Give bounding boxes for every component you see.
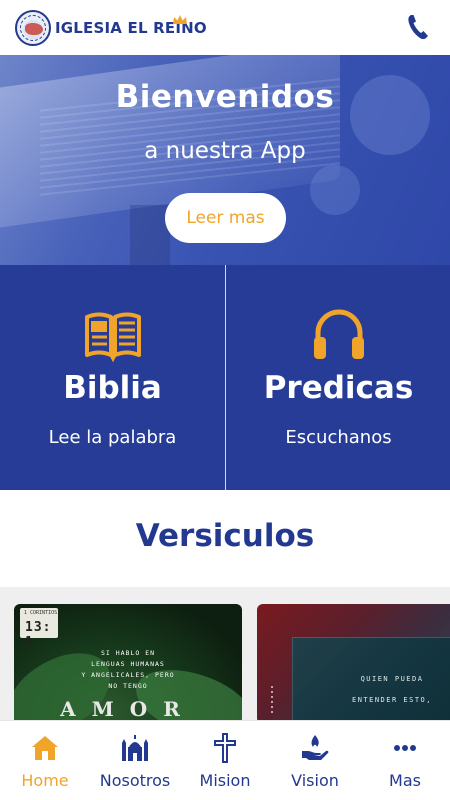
home-icon — [29, 732, 61, 764]
phone-button[interactable] — [404, 12, 432, 42]
nav-label: Vision — [291, 771, 339, 790]
hero-subtitle: a nuestra App — [144, 138, 306, 164]
verse-ref-chapter: 13: 1 — [25, 620, 52, 650]
tile-predicas[interactable]: Predicas Escuchanos — [226, 265, 450, 490]
nav-mas[interactable]: Mas — [360, 721, 450, 800]
verse-card[interactable]: QUIEN PUEDA ENTENDER ESTO, — [257, 604, 450, 720]
verse-ref-book: 1 CORINTIOS — [24, 610, 58, 616]
tile-subtitle: Lee la palabra — [48, 427, 177, 448]
read-more-button[interactable]: Leer mas — [165, 193, 286, 243]
tile-subtitle: Escuchanos — [285, 427, 392, 448]
phone-icon — [408, 15, 428, 40]
verse-text: SI HABLO EN LENGUAS HUMANAS Y ANGELICALE… — [81, 649, 175, 690]
feature-tiles: Biblia Lee la palabra Predicas Escuchano… — [0, 265, 450, 490]
app-header: IGLESIA EL REINO — [0, 0, 450, 55]
verse-reference: 1 CORINTIOS 13: 1 — [20, 608, 58, 650]
nav-label: Home — [21, 771, 69, 790]
open-book-icon — [84, 312, 141, 362]
verses-carousel[interactable]: 1 CORINTIOS 13: 1 SI HABLO EN LENGUAS HU… — [0, 587, 450, 720]
section-title-versiculos: Versiculos — [135, 518, 315, 554]
tile-title: Biblia — [63, 370, 162, 406]
more-dots-icon — [389, 732, 421, 764]
church-logo-icon[interactable] — [15, 10, 51, 46]
crown-icon — [173, 15, 187, 24]
tile-biblia[interactable]: Biblia Lee la palabra — [0, 265, 225, 490]
verse-card[interactable]: 1 CORINTIOS 13: 1 SI HABLO EN LENGUAS HU… — [14, 604, 242, 720]
nav-home[interactable]: Home — [0, 721, 90, 800]
hand-flame-icon — [299, 732, 331, 764]
nav-label: Nosotros — [99, 771, 171, 790]
nav-mision[interactable]: Mision — [180, 721, 270, 800]
nav-vision[interactable]: Vision — [270, 721, 360, 800]
tile-title: Predicas — [263, 370, 414, 406]
nav-label: Mision — [199, 771, 251, 790]
mosque-icon — [119, 732, 151, 764]
nav-nosotros[interactable]: Nosotros — [90, 721, 180, 800]
cross-icon — [209, 732, 241, 764]
headphones-icon — [313, 309, 364, 359]
verse-keyword: AMOR — [60, 697, 196, 720]
hero-banner: Bienvenidos a nuestra App Leer mas — [0, 55, 450, 265]
hero-title: Bienvenidos — [115, 79, 335, 115]
nav-label: Mas — [389, 771, 421, 790]
bottom-navigation: Home Nosotros Mision Vision Mas — [0, 720, 450, 800]
verse-text: QUIEN PUEDA ENTENDER ESTO, — [351, 675, 432, 704]
